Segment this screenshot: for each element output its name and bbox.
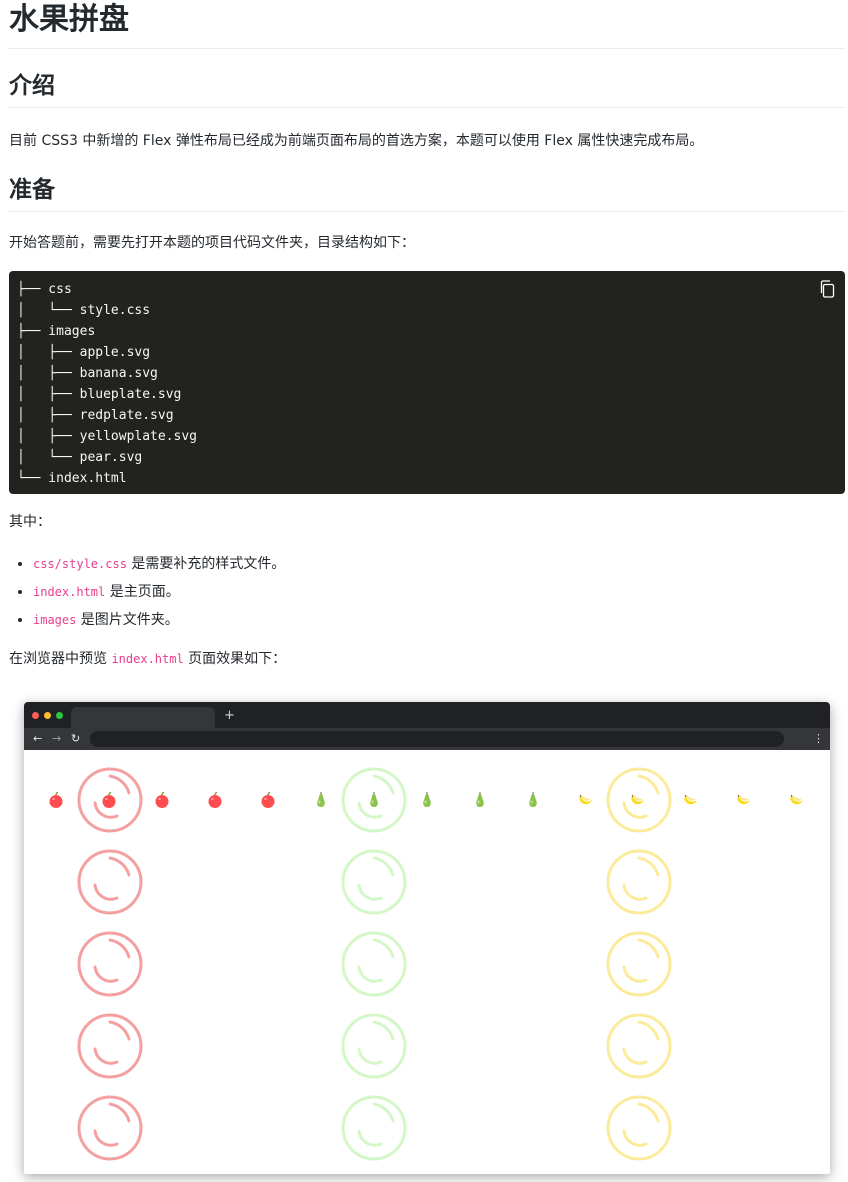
inline-code: index.html bbox=[33, 585, 106, 599]
preview-suffix: 页面效果如下： bbox=[183, 651, 287, 667]
list-item-desc: 是需要补充的样式文件。 bbox=[126, 556, 286, 572]
list-item-desc: 是主页面。 bbox=[105, 584, 180, 600]
reload-icon[interactable]: ↻ bbox=[71, 731, 80, 747]
prep-heading: 准备 bbox=[9, 174, 845, 212]
apple-icon bbox=[155, 791, 169, 808]
inline-code: css/style.css bbox=[33, 557, 127, 571]
apple-icon bbox=[208, 791, 222, 808]
list-item: css/style.css 是需要补充的样式文件。 bbox=[33, 550, 285, 578]
page-viewport bbox=[24, 750, 830, 1174]
yellowplate-plate bbox=[606, 1013, 672, 1079]
inline-code: images bbox=[33, 613, 77, 627]
browser-toolbar: ← → ↻ ⋮ bbox=[24, 728, 830, 750]
blueplate-plate bbox=[341, 931, 407, 997]
pear-icon bbox=[370, 792, 378, 807]
inline-code: index.html bbox=[111, 652, 184, 666]
document: 水果拼盘 介绍 目前 CSS3 中新增的 Flex 弹性布局已经成为前端页面布局… bbox=[0, 0, 848, 1182]
banana-icon bbox=[790, 794, 803, 805]
intro-text: 目前 CSS3 中新增的 Flex 弹性布局已经成为前端页面布局的首选方案，本题… bbox=[9, 133, 704, 149]
preview-text: 在浏览器中预览 index.html 页面效果如下： bbox=[9, 648, 845, 670]
page-title: 水果拼盘 bbox=[9, 0, 845, 49]
directory-tree: ├── css │ └── style.css ├── images │ ├──… bbox=[17, 282, 198, 486]
intro-heading: 介绍 bbox=[9, 70, 845, 108]
redplate-plate bbox=[77, 931, 143, 997]
address-bar[interactable] bbox=[90, 731, 784, 747]
browser-tab[interactable] bbox=[71, 707, 215, 728]
browser-preview: + ← → ↻ ⋮ bbox=[24, 702, 830, 1174]
pear-icon bbox=[423, 792, 431, 807]
banana-icon bbox=[684, 794, 697, 805]
apple-icon bbox=[49, 791, 63, 808]
blueplate-plate bbox=[341, 1013, 407, 1079]
new-tab-button[interactable]: + bbox=[224, 708, 235, 724]
copy-icon[interactable] bbox=[819, 280, 835, 298]
apple-icon bbox=[102, 791, 116, 808]
list-item-desc: 是图片文件夹。 bbox=[76, 612, 179, 628]
preview-prefix: 在浏览器中预览 bbox=[9, 651, 112, 667]
redplate-plate bbox=[77, 849, 143, 915]
apple-icon bbox=[261, 791, 275, 808]
file-list: css/style.css 是需要补充的样式文件。 index.html 是主页… bbox=[9, 550, 285, 634]
blueplate-plate bbox=[341, 849, 407, 915]
redplate-plate bbox=[77, 1095, 143, 1161]
banana-icon bbox=[631, 794, 644, 805]
prep-text: 开始答题前，需要先打开本题的项目代码文件夹，目录结构如下： bbox=[9, 235, 415, 251]
close-window-dot[interactable] bbox=[32, 712, 39, 719]
menu-icon[interactable]: ⋮ bbox=[813, 731, 824, 747]
pear-icon bbox=[317, 792, 325, 807]
back-icon[interactable]: ← bbox=[33, 731, 42, 747]
maximize-window-dot[interactable] bbox=[56, 712, 63, 719]
pear-icon bbox=[529, 792, 537, 807]
banana-icon bbox=[737, 794, 750, 805]
browser-tab-bar: + bbox=[24, 702, 830, 728]
blueplate-plate bbox=[341, 1095, 407, 1161]
directory-code-block: ├── css │ └── style.css ├── images │ ├──… bbox=[9, 271, 845, 494]
banana-icon bbox=[579, 794, 592, 805]
yellowplate-plate bbox=[606, 931, 672, 997]
pear-icon bbox=[476, 792, 484, 807]
redplate-plate bbox=[77, 1013, 143, 1079]
among-text: 其中： bbox=[9, 514, 51, 530]
yellowplate-plate bbox=[606, 1095, 672, 1161]
minimize-window-dot[interactable] bbox=[44, 712, 51, 719]
list-item: index.html 是主页面。 bbox=[33, 578, 285, 606]
forward-icon[interactable]: → bbox=[52, 731, 61, 747]
yellowplate-plate bbox=[606, 849, 672, 915]
list-item: images 是图片文件夹。 bbox=[33, 606, 285, 634]
